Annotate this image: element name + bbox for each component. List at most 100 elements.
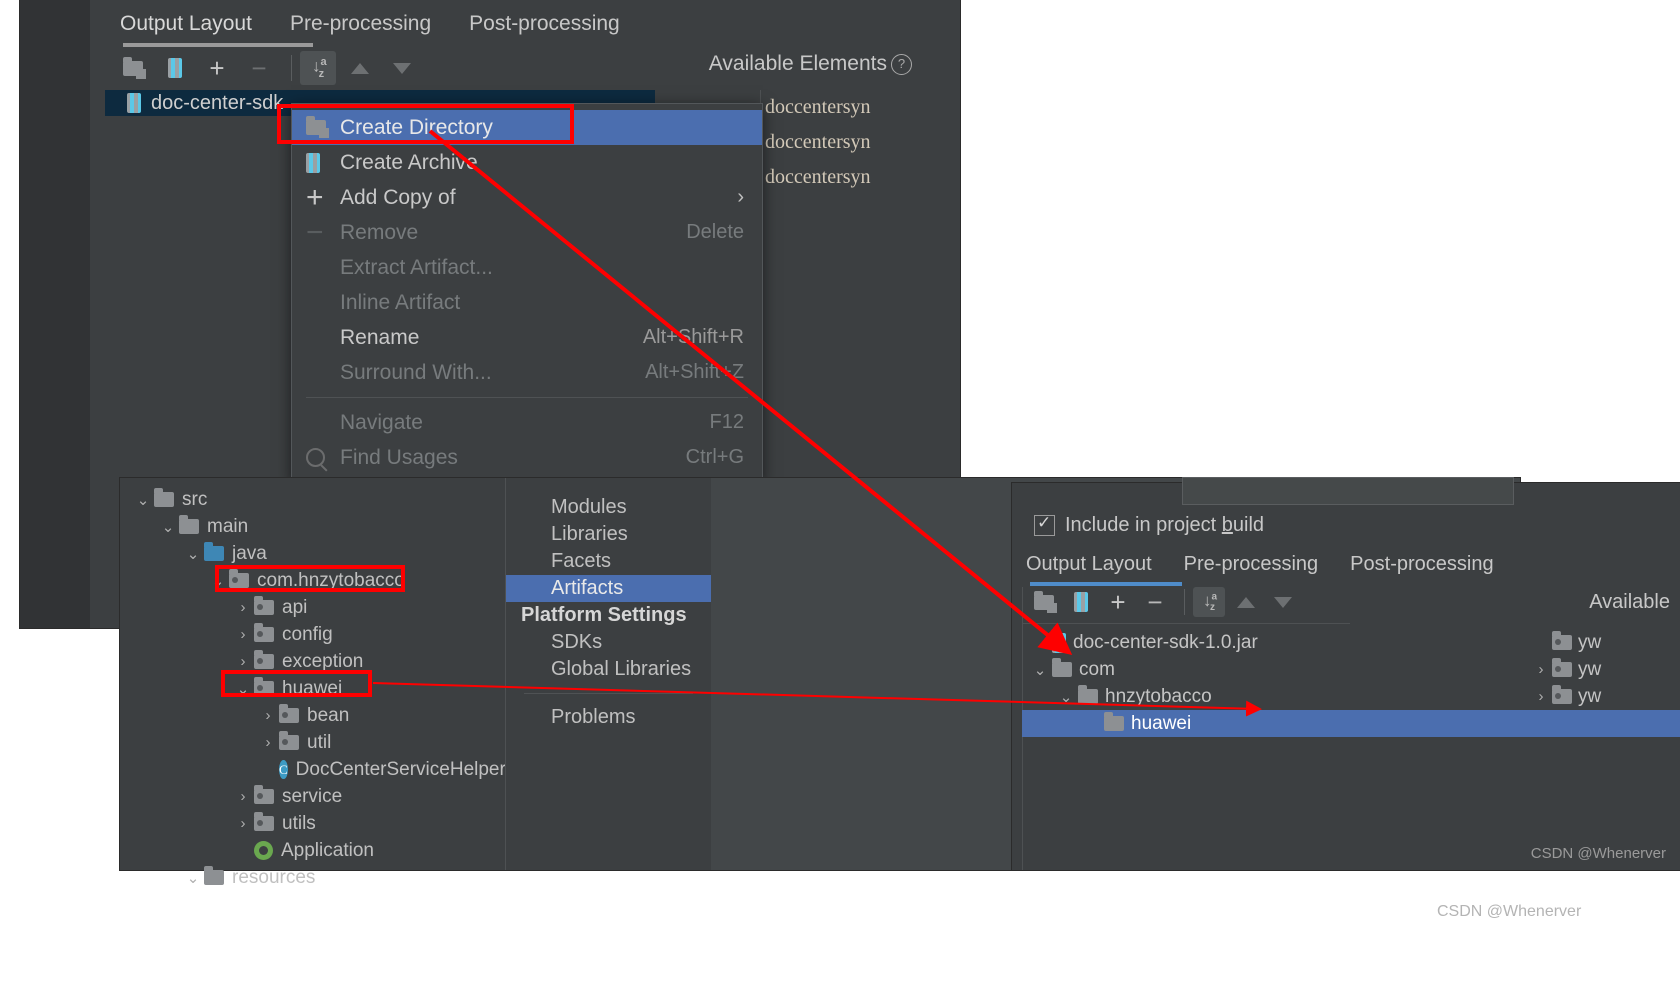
menu-item-shortcut: Delete (686, 221, 744, 243)
chevron-right-icon[interactable]: › (232, 653, 254, 670)
tab-active-underline (123, 43, 313, 47)
create-directory-icon[interactable] (1028, 587, 1060, 617)
tree-row[interactable]: › config (120, 621, 505, 648)
nav-item-sdks[interactable]: SDKs (506, 629, 711, 656)
chevron-right-icon[interactable]: › (232, 815, 254, 832)
include-in-project-build-checkbox[interactable]: Include in project build (1034, 513, 1264, 537)
output-directory-field[interactable] (1182, 477, 1514, 505)
chevron-down-icon[interactable]: ⌄ (1028, 661, 1052, 679)
move-up-icon (1230, 587, 1262, 617)
checkbox-label: Include in project build (1065, 514, 1264, 537)
tree-row[interactable]: ⌄ src (120, 486, 505, 513)
tree-row[interactable]: › service (120, 783, 505, 810)
menu-item-shortcut: F12 (709, 411, 744, 433)
menu-item-find-usages: Find Usages Ctrl+G (292, 440, 762, 475)
spring-class-icon (254, 841, 273, 860)
chevron-right-icon[interactable]: › (257, 734, 279, 751)
folder-blue-icon (204, 542, 224, 561)
package-icon (254, 650, 274, 669)
tree-row-label: api (282, 596, 308, 618)
menu-item-add-copy-of[interactable]: + Add Copy of › (292, 180, 762, 215)
tree-row[interactable]: Application (120, 837, 505, 864)
checkbox-box[interactable] (1034, 513, 1055, 536)
tree-row[interactable]: › util (120, 729, 505, 756)
tree-row-label: util (307, 731, 332, 753)
tree-row[interactable]: ⌄ main (120, 513, 505, 540)
menu-item-shortcut: Alt+Shift+Z (645, 361, 744, 383)
list-item[interactable]: doccentersyn (765, 90, 1045, 125)
annotation-box-create-directory (277, 104, 574, 144)
nav-item-global-libraries[interactable]: Global Libraries (506, 656, 711, 683)
chevron-right-icon[interactable]: › (232, 626, 254, 643)
menu-item-create-archive[interactable]: Create Archive (292, 145, 762, 180)
remove-icon[interactable]: − (1139, 587, 1171, 617)
move-down-icon (1267, 587, 1299, 617)
tree-row[interactable]: ⌄ java (120, 540, 505, 567)
nav-item-problems[interactable]: Problems (506, 704, 711, 731)
help-icon[interactable]: ? (891, 53, 912, 75)
menu-item-label: Rename (340, 325, 420, 349)
chevron-right-icon[interactable]: › (1530, 688, 1552, 705)
chevron-right-icon[interactable]: › (1530, 661, 1552, 678)
add-copy-icon[interactable]: + (199, 51, 235, 85)
menu-item-extract-artifact: Extract Artifact... (292, 250, 762, 285)
nav-item-artifacts[interactable]: Artifacts (506, 575, 711, 602)
nav-item-modules[interactable]: Modules (506, 494, 711, 521)
menu-item-label: Remove (340, 220, 419, 244)
menu-item-surround-with: Surround With... Alt+Shift+Z (292, 355, 762, 390)
sort-icon[interactable]: ↓az (1193, 587, 1225, 617)
artifact-context-menu: Create Directory Create Archive + Add Co… (291, 103, 763, 482)
tree-row[interactable]: › api (120, 594, 505, 621)
list-item[interactable]: › yw (1530, 656, 1680, 683)
list-item-label: yw (1578, 685, 1602, 707)
chevron-down-icon[interactable]: ⌄ (132, 491, 154, 509)
tree-row[interactable]: ⌄ resources (120, 864, 505, 891)
chevron-right-icon[interactable]: › (232, 788, 254, 805)
tree-row[interactable]: huawei (1022, 710, 1680, 737)
tab-pre-processing[interactable]: Pre-processing (290, 12, 431, 36)
search-icon (306, 448, 340, 467)
nav-item-libraries[interactable]: Libraries (506, 521, 711, 548)
tab-post-processing[interactable]: Post-processing (469, 12, 620, 36)
chevron-down-icon[interactable]: ⌄ (157, 518, 179, 536)
package-icon (254, 596, 274, 615)
tree-row[interactable]: C DocCenterServiceHelper (120, 756, 506, 783)
menu-item-rename[interactable]: Rename Alt+Shift+R (292, 320, 762, 355)
add-copy-icon[interactable]: + (1102, 587, 1134, 617)
chevron-down-icon[interactable]: ⌄ (182, 545, 204, 563)
toolbar-divider (1184, 589, 1185, 615)
tree-row-label: config (282, 623, 333, 645)
jar-row-label: doc-center-sdk (151, 91, 284, 114)
nav-separator (524, 693, 693, 694)
tab-output-layout[interactable]: Output Layout (120, 12, 252, 36)
folder-icon (1104, 712, 1124, 731)
menu-item-label: Find Usages (340, 445, 458, 469)
nav-item-facets[interactable]: Facets (506, 548, 711, 575)
chevron-down-icon[interactable]: ⌄ (182, 869, 204, 887)
tree-row[interactable]: › utils (120, 810, 505, 837)
list-item[interactable]: yw (1530, 629, 1680, 656)
annotation-box-com-hnzytobacco (215, 565, 405, 592)
create-archive-icon[interactable] (1065, 587, 1097, 617)
package-icon (1552, 685, 1572, 704)
watermark-outer: CSDN @Whenerver (1437, 903, 1582, 920)
toolbar-divider (291, 55, 292, 81)
list-item[interactable]: › yw (1530, 683, 1680, 710)
chevron-down-icon[interactable]: ⌄ (1054, 688, 1078, 706)
chevron-right-icon[interactable]: › (232, 599, 254, 616)
list-item[interactable]: doccentersyn (765, 125, 1045, 160)
tree-row[interactable]: › bean (120, 702, 505, 729)
folder-icon (204, 866, 224, 885)
create-archive-icon[interactable] (157, 51, 193, 85)
list-item[interactable]: doccentersyn (765, 160, 1045, 195)
tab-output-layout-right[interactable]: Output Layout (1026, 553, 1152, 576)
tab-post-processing-right[interactable]: Post-processing (1350, 553, 1493, 576)
folder-icon (179, 515, 199, 534)
folder-icon (1078, 685, 1098, 704)
chevron-right-icon[interactable]: › (257, 707, 279, 724)
sort-icon[interactable]: ↓az (300, 51, 336, 85)
tab-pre-processing-right[interactable]: Pre-processing (1184, 553, 1319, 576)
create-directory-icon[interactable] (115, 51, 151, 85)
chevron-right-icon: › (737, 186, 744, 208)
jar-icon (127, 93, 141, 113)
